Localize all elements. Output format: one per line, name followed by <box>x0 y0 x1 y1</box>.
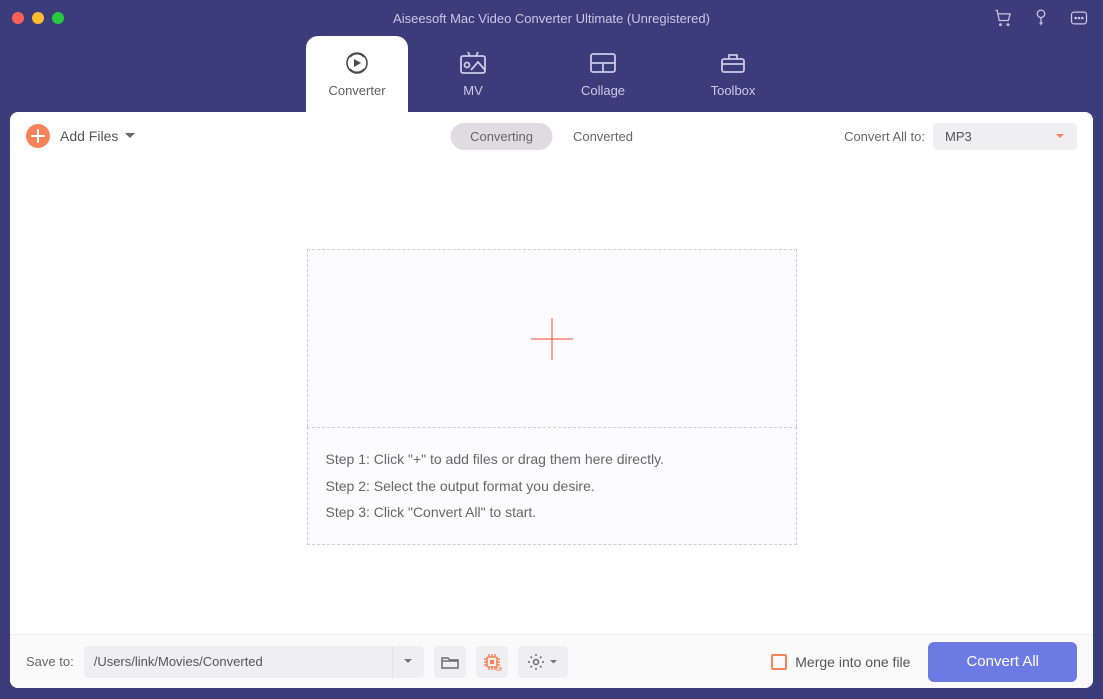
close-window[interactable] <box>12 12 24 24</box>
folder-icon <box>440 653 460 671</box>
convert-all-to-label: Convert All to: <box>844 129 925 144</box>
titlebar: Aiseesoft Mac Video Converter Ultimate (… <box>0 0 1103 36</box>
convert-all-button[interactable]: Convert All <box>928 642 1077 682</box>
dropzone[interactable]: Step 1: Click "+" to add files or drag t… <box>307 249 797 545</box>
titlebar-actions <box>993 8 1089 28</box>
chevron-down-icon <box>1055 133 1065 140</box>
cart-icon[interactable] <box>993 8 1013 28</box>
status-converting[interactable]: Converting <box>450 123 553 150</box>
minimize-window[interactable] <box>32 12 44 24</box>
add-files-label: Add Files <box>60 128 118 144</box>
tab-toolbox[interactable]: Toolbox <box>668 36 798 112</box>
dropzone-top[interactable] <box>307 249 797 427</box>
converter-icon <box>343 51 371 75</box>
chevron-down-icon <box>403 658 413 665</box>
plus-big-icon <box>527 314 577 364</box>
tab-mv[interactable]: MV <box>408 36 538 112</box>
gear-icon <box>527 653 545 671</box>
add-files-button[interactable]: Add Files <box>26 124 118 148</box>
output-format-select[interactable]: MP3 <box>933 123 1077 150</box>
cpu-icon: ON <box>482 652 502 672</box>
step-3: Step 3: Click "Convert All" to start. <box>326 499 778 526</box>
key-icon[interactable] <box>1031 8 1051 28</box>
toolbox-icon <box>718 51 748 75</box>
save-path-dropdown[interactable] <box>392 646 424 678</box>
settings-button[interactable] <box>518 646 568 678</box>
merge-checkbox[interactable] <box>771 654 787 670</box>
main-panel: Add Files Converting Converted Convert A… <box>10 112 1093 688</box>
maximize-window[interactable] <box>52 12 64 24</box>
chevron-down-icon <box>549 659 558 665</box>
convert-all-label: Convert All <box>966 653 1039 670</box>
toolbar: Add Files Converting Converted Convert A… <box>10 112 1093 160</box>
collage-icon <box>588 51 618 75</box>
status-toggle: Converting Converted <box>450 123 653 150</box>
bottombar: Save to: /Users/link/Movies/Converted ON <box>10 634 1093 688</box>
gpu-accel-button[interactable]: ON <box>476 646 508 678</box>
content-area: Step 1: Click "+" to add files or drag t… <box>10 160 1093 634</box>
merge-option: Merge into one file <box>771 654 910 670</box>
save-path-value: /Users/link/Movies/Converted <box>84 654 392 669</box>
convert-all-to: Convert All to: MP3 <box>844 123 1077 150</box>
output-format-value: MP3 <box>945 129 972 144</box>
save-path-select[interactable]: /Users/link/Movies/Converted <box>84 646 424 678</box>
mv-icon <box>458 51 488 75</box>
tab-collage[interactable]: Collage <box>538 36 668 112</box>
main-tabs: Converter MV Collage Toolbox <box>0 36 1103 112</box>
tab-toolbox-label: Toolbox <box>711 83 756 98</box>
svg-text:ON: ON <box>496 667 502 672</box>
plus-icon <box>26 124 50 148</box>
save-to-label: Save to: <box>26 654 74 669</box>
traffic-lights <box>0 12 64 24</box>
status-converted[interactable]: Converted <box>553 123 653 150</box>
tab-converter[interactable]: Converter <box>306 36 408 112</box>
tab-mv-label: MV <box>463 83 483 98</box>
window-title: Aiseesoft Mac Video Converter Ultimate (… <box>393 11 710 26</box>
step-2: Step 2: Select the output format you des… <box>326 473 778 500</box>
dropzone-steps: Step 1: Click "+" to add files or drag t… <box>307 427 797 545</box>
open-folder-button[interactable] <box>434 646 466 678</box>
merge-label: Merge into one file <box>795 654 910 670</box>
add-files-dropdown[interactable] <box>124 127 136 145</box>
tab-collage-label: Collage <box>581 83 625 98</box>
tab-converter-label: Converter <box>328 83 385 98</box>
feedback-icon[interactable] <box>1069 8 1089 28</box>
step-1: Step 1: Click "+" to add files or drag t… <box>326 446 778 473</box>
